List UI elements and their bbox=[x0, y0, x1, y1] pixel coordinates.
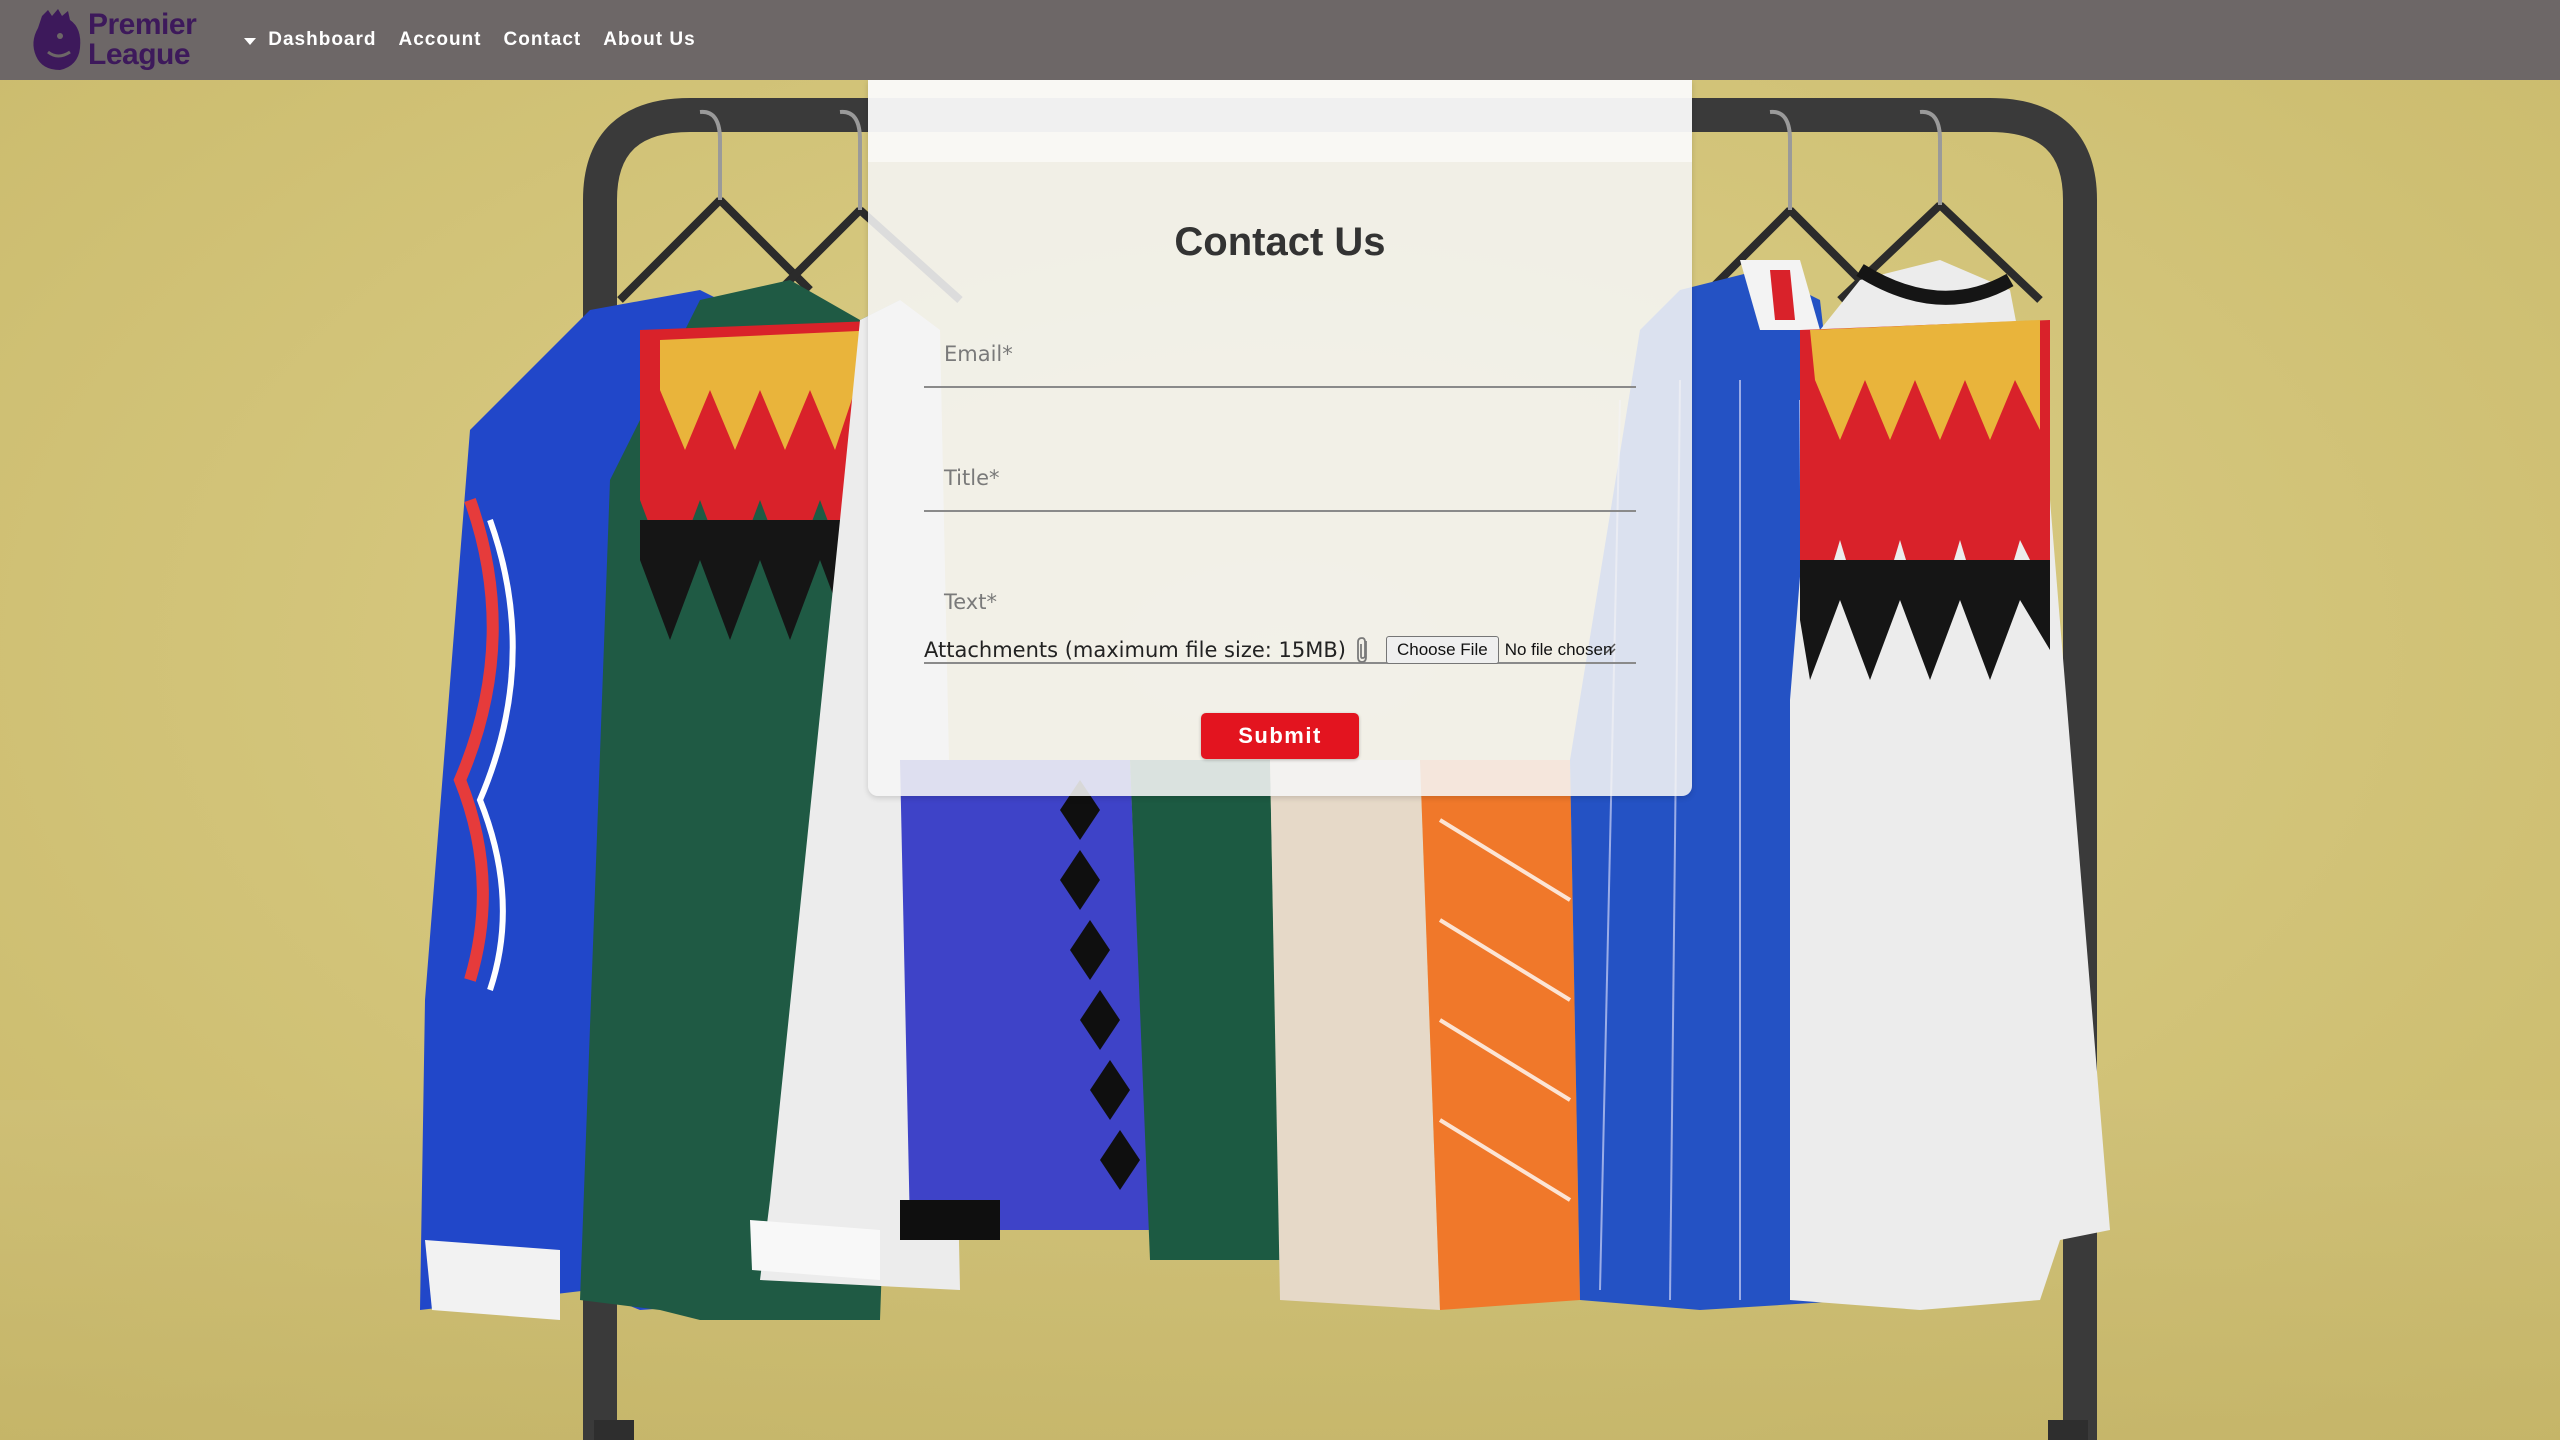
nav-link-dashboard[interactable]: Dashboard bbox=[268, 29, 376, 51]
email-field[interactable]: Email* bbox=[924, 310, 1636, 388]
title-field-label: Title* bbox=[944, 466, 1000, 490]
choose-file-button[interactable]: Choose File bbox=[1385, 636, 1499, 664]
nav-link-about-us[interactable]: About Us bbox=[603, 29, 695, 51]
attachments-label: Attachments (maximum file size: 15MB) bbox=[924, 638, 1346, 662]
contact-form-card: Contact Us Email* Title* Text* Attachmen… bbox=[868, 80, 1692, 796]
premier-league-logo[interactable]: Premier League bbox=[28, 0, 197, 80]
email-field-label: Email* bbox=[944, 342, 1013, 366]
submit-button[interactable]: Submit bbox=[1201, 713, 1359, 759]
paperclip-icon bbox=[1357, 637, 1367, 663]
caret-down-icon[interactable] bbox=[244, 37, 257, 45]
nav-link-account[interactable]: Account bbox=[399, 29, 482, 51]
nav-menu: Dashboard Account Contact About Us bbox=[244, 29, 717, 51]
nav-link-contact[interactable]: Contact bbox=[504, 29, 582, 51]
text-area-label: Text* bbox=[944, 590, 997, 614]
lion-crest-icon bbox=[33, 9, 81, 70]
no-file-chosen-text: No file chosen bbox=[1504, 640, 1613, 659]
title-field[interactable]: Title* bbox=[924, 434, 1636, 512]
page-title: Contact Us bbox=[1174, 220, 1386, 264]
attachments-row: Attachments (maximum file size: 15MB) Ch… bbox=[924, 632, 1612, 668]
logo-line-2: League bbox=[88, 38, 191, 71]
card-header-band bbox=[868, 80, 1692, 162]
logo-line-1: Premier bbox=[88, 8, 197, 41]
top-navbar: Premier League Dashboard Account Contact… bbox=[0, 0, 2560, 80]
